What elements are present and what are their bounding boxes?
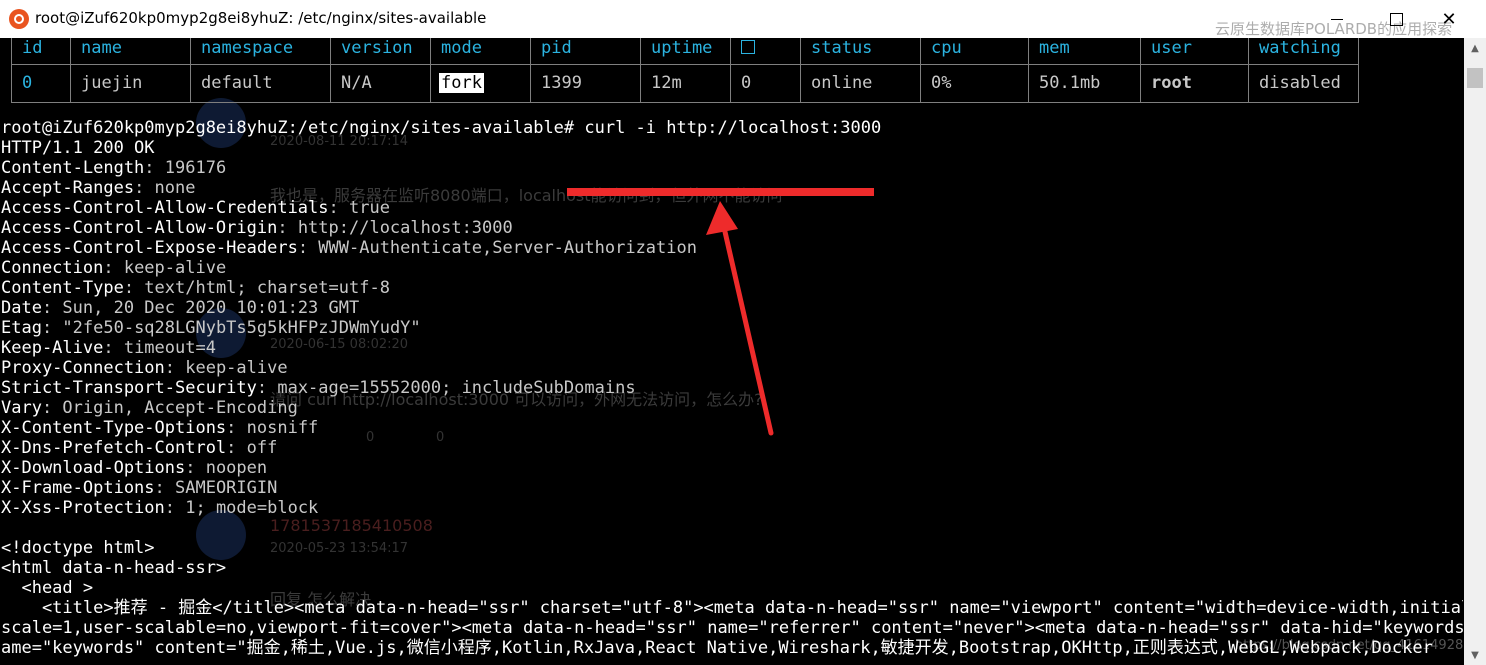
header-value: : true [328,198,390,218]
header-key: Connection [1,258,104,278]
header-key: X-Xss-Protection [1,498,165,518]
cell-mem: 50.1mb [1028,63,1141,103]
maximize-icon [1389,12,1403,26]
ubuntu-icon [9,9,29,29]
cell-version: N/A [330,63,431,103]
header-key: Accept-Ranges [1,178,135,198]
cell-mode: fork [430,63,531,103]
cell-restarts: 0 [730,63,801,103]
maximize-button[interactable] [1381,6,1411,32]
header-value: : Sun, 20 Dec 2020 10:01:23 GMT [41,298,360,318]
html-body-line: <html data-n-head-ssr> [1,558,227,578]
html-body-line: ame="keywords" content="掘金,稀土,Vue.js,微信小… [1,638,1433,658]
header-value: : nosniff [226,418,319,438]
response-header-line: HTTP/1.1 200 OK [1,138,1463,158]
response-header-line: Content-Length: 196176 [1,158,1463,178]
header-key: X-Content-Type-Options [1,418,227,438]
html-body-line: <!doctype html> [1,538,155,558]
column-header: version [330,38,431,65]
cell-status: online [800,63,921,103]
header-key: Content-Length [1,158,145,178]
close-button[interactable]: ✕ [1434,6,1464,32]
column-header: cpu [920,38,1029,65]
table-row: 0 juejin default N/A fork 1399 12m 0 onl… [11,63,1359,103]
close-icon: ✕ [1441,8,1457,30]
header-key: Access-Control-Allow-Origin [1,218,278,238]
html-body-line [1,518,1463,538]
header-value: : Origin, Accept-Encoding [41,398,298,418]
header-key: Vary [1,398,42,418]
header-value: : keep-alive [103,258,227,278]
scroll-up-icon[interactable]: ▲ [1464,38,1486,58]
cell-id: 0 [11,63,71,103]
column-header: user [1140,38,1249,65]
cell-pid: 1399 [530,63,641,103]
column-header: mem [1028,38,1141,65]
window-title-bar[interactable]: root@iZuf620kp0myp2g8ei8yhuZ: /etc/nginx… [0,0,1486,38]
cell-user: root [1140,63,1249,103]
column-header: mode [430,38,531,65]
header-key: Proxy-Connection [1,358,165,378]
header-key: HTTP/1.1 200 OK [1,138,155,158]
column-header: namespace [190,38,331,65]
header-key: Strict-Transport-Security [1,378,257,398]
header-key: Access-Control-Expose-Headers [1,238,298,258]
response-header-line: X-Xss-Protection: 1; mode=block [1,498,1463,518]
column-header: pid [530,38,641,65]
terminal[interactable]: 2020-08-11 20:17:14 我也是，服务器在监听8080端口，loc… [0,38,1464,665]
header-value: : timeout=4 [103,338,216,358]
cell-uptime: 12m [640,63,731,103]
html-body-line: <head > [1,578,94,598]
header-value: : noopen [185,458,268,478]
header-value: : off [226,438,278,458]
header-value: : 196176 [144,158,227,178]
column-header: status [800,38,921,65]
header-key: Content-Type [1,278,124,298]
column-header: uptime [640,38,731,65]
mode-value: fork [439,73,484,93]
header-value: : 1; mode=block [164,498,319,518]
vertical-scrollbar[interactable]: ▲ ▼ [1464,38,1486,665]
checkbox-icon [741,40,755,54]
cell-cpu: 0% [920,63,1029,103]
header-value: : max-age=15552000; includeSubDomains [256,378,636,398]
header-key: Date [1,298,42,318]
column-header: name [70,38,191,65]
cell-namespace: default [190,63,331,103]
scroll-down-icon[interactable]: ▼ [1464,645,1486,665]
response-header-line: X-Frame-Options: SAMEORIGIN [1,478,1463,498]
minimize-icon [1331,18,1343,20]
html-body-line: scale=1,user-scalable=no,viewport-fit=co… [1,618,1463,638]
command-prompt: root@iZuf620kp0myp2g8ei8yhuZ:/etc/nginx/… [1,118,882,138]
column-header-restarts [730,38,801,65]
response-header-line: X-Download-Options: noopen [1,458,1463,478]
header-value: : SAMEORIGIN [154,478,278,498]
header-key: Access-Control-Allow-Credentials [1,198,329,218]
scrollbar-thumb[interactable] [1467,68,1483,88]
header-key: X-Frame-Options [1,478,155,498]
header-value: : WWW-Authenticate,Server-Authorization [297,238,697,258]
header-key: Keep-Alive [1,338,104,358]
header-value: : keep-alive [164,358,288,378]
header-value: : none [134,178,196,198]
header-key: Etag [1,318,42,338]
pm2-process-table: id name namespace version mode pid uptim… [11,38,1359,103]
table-header-row: id name namespace version mode pid uptim… [11,38,1359,65]
html-body-line: <title>推荐 - 掘金</title><meta data-n-head=… [1,598,1463,618]
header-value: : http://localhost:3000 [277,218,513,238]
column-header: id [11,38,71,65]
header-key: X-Dns-Prefetch-Control [1,438,227,458]
cell-watching: disabled [1248,63,1359,103]
column-header: watching [1248,38,1359,65]
header-value: : text/html; charset=utf-8 [123,278,390,298]
annotation-arrow-icon [706,201,774,436]
header-value: : "2fe50-sq28LGNybTs5g5kHFPzJDWmYudY" [41,318,421,338]
minimize-button[interactable] [1322,6,1352,32]
cell-name: juejin [70,63,191,103]
header-key: X-Download-Options [1,458,186,478]
window-title: root@iZuf620kp0myp2g8ei8yhuZ: /etc/nginx… [35,9,487,27]
